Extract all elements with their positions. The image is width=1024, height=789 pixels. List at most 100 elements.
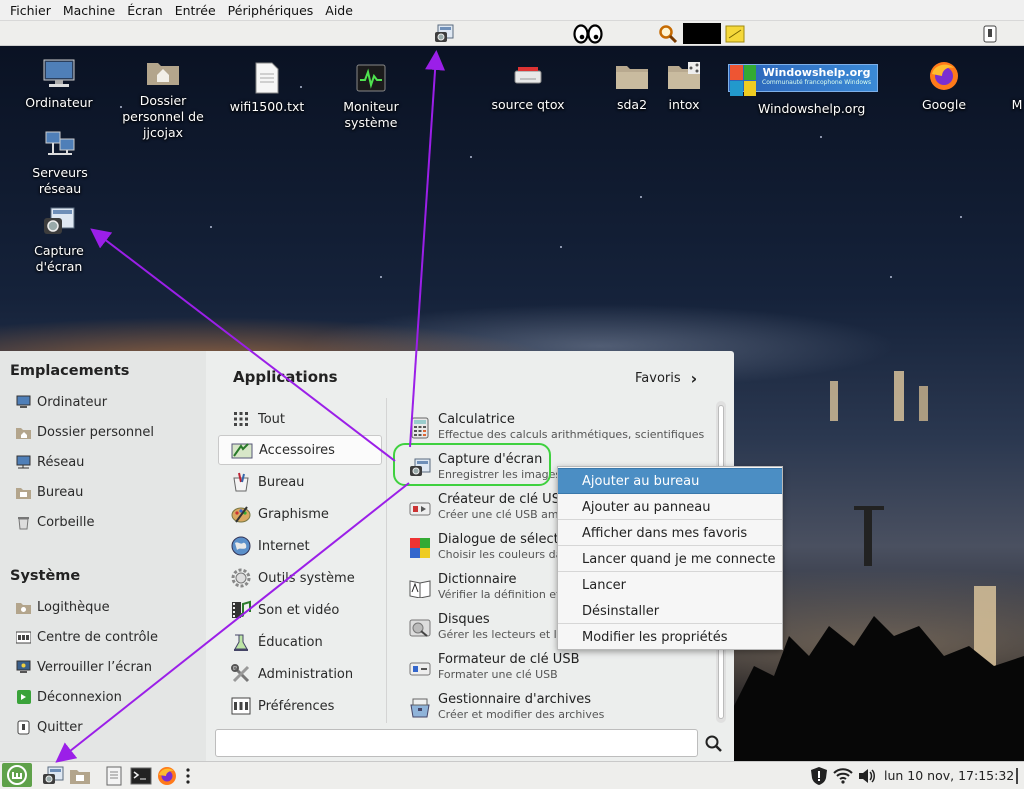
dots-vertical-icon (186, 768, 190, 784)
place-dossier-personnel[interactable]: Dossier personnel (16, 421, 154, 443)
desktop-icon-dossier-personnel[interactable]: Dossier personnel de jjcojax (113, 54, 213, 141)
menu-search-input[interactable] (215, 729, 698, 757)
places-title: Emplacements (10, 363, 130, 379)
category-tout[interactable]: Tout (218, 404, 382, 434)
sound-applet[interactable] (856, 765, 878, 787)
place-corbeille[interactable]: Corbeille (16, 511, 94, 533)
desktop-icon-partial[interactable]: M (990, 58, 1024, 113)
ctx-ajouter-bureau[interactable]: Ajouter au bureau (558, 468, 782, 494)
system-verrouiller[interactable]: Verrouiller l’écran (16, 656, 152, 678)
black-applet[interactable] (683, 23, 721, 44)
search-icon[interactable] (704, 734, 724, 754)
system-logitheque[interactable]: Logithèque (16, 596, 110, 618)
app-gestionnaire-archives[interactable]: Gestionnaire d'archives Créer et modifie… (408, 692, 708, 728)
panel-screenshot-launcher[interactable] (432, 23, 456, 44)
category-son-video[interactable]: Son et vidéo (218, 595, 382, 625)
applications-title: Applications (233, 368, 338, 386)
grid-icon (230, 408, 252, 430)
accessories-icon (231, 439, 253, 461)
category-internet[interactable]: Internet (218, 531, 382, 561)
computer-icon (16, 395, 31, 410)
panel-launcher-text-editor[interactable] (104, 765, 124, 787)
ctx-afficher-favoris[interactable]: Afficher dans mes favoris (558, 520, 782, 546)
ctx-lancer[interactable]: Lancer (558, 572, 782, 598)
category-accessoires[interactable]: Accessoires (218, 435, 382, 465)
home-folder-icon (147, 63, 179, 85)
sticky-note-icon (725, 25, 745, 42)
category-preferences[interactable]: Préférences (218, 691, 382, 721)
desktop-icon-ordinateur[interactable]: Ordinateur (9, 56, 109, 111)
desktop-icon-intox[interactable]: intox (634, 58, 734, 113)
ctx-modifier-proprietes[interactable]: Modifier les propriétés (558, 624, 782, 650)
vm-menu-machine[interactable]: Machine (57, 3, 121, 18)
mint-logo-icon (7, 765, 27, 785)
gear-icon (230, 567, 252, 589)
category-bureau[interactable]: Bureau (218, 467, 382, 497)
usb-drive-icon (514, 67, 542, 84)
screenshot-icon (44, 207, 75, 234)
system-deconnexion[interactable]: Déconnexion (16, 686, 122, 708)
firefox-icon (158, 767, 176, 785)
chevron-right-icon: › (690, 369, 698, 388)
ctx-desinstaller[interactable]: Désinstaller (558, 598, 782, 624)
ctx-ajouter-panneau[interactable]: Ajouter au panneau (558, 494, 782, 520)
desktop-folder-icon (16, 485, 31, 500)
desktop-icon-source-qtox[interactable]: source qtox (478, 58, 578, 113)
dictionary-icon (408, 576, 432, 600)
app-formateur-cle-usb[interactable]: Formateur de clé USB Formater une clé US… (408, 652, 708, 688)
system-title: Système (10, 568, 81, 584)
category-outils-systeme[interactable]: Outils système (218, 563, 382, 593)
panel-launcher-terminal[interactable] (129, 765, 153, 787)
panel-launcher-screenshot[interactable] (40, 765, 66, 787)
show-desktop-handle[interactable] (1012, 765, 1022, 787)
menu-button[interactable] (2, 763, 32, 787)
place-ordinateur[interactable]: Ordinateur (16, 391, 107, 413)
ctx-lancer-connexion[interactable]: Lancer quand je me connecte (558, 546, 782, 572)
windowshelp-logo-icon: Windowshelp.org Communauté francophone W… (728, 64, 878, 96)
desktop-icon-serveurs-reseau[interactable]: Serveurs réseau (10, 126, 110, 197)
category-administration[interactable]: Administration (218, 659, 382, 689)
usb-formatter-icon (408, 656, 432, 680)
trash-icon (16, 515, 31, 530)
text-editor-icon (106, 766, 122, 786)
place-reseau[interactable]: Réseau (16, 451, 84, 473)
menu-divider (386, 398, 387, 723)
panel-launcher-files[interactable] (68, 765, 92, 787)
text-file-icon (255, 62, 279, 94)
desktop-icon-windowshelp[interactable]: Windowshelp.org Communauté francophone W… (728, 64, 878, 117)
favorites-button[interactable]: Favoris › (635, 369, 697, 388)
desktop-icon-moniteur[interactable]: Moniteur système (321, 60, 421, 131)
notes-applet[interactable] (724, 23, 746, 44)
panel-launcher-firefox[interactable] (155, 765, 179, 787)
resize-handle-icon (1016, 768, 1018, 784)
system-monitor-icon (356, 64, 386, 92)
update-manager-applet[interactable] (808, 765, 830, 787)
panel-more-handle[interactable] (183, 765, 193, 787)
desktop-icon-wifi1500[interactable]: wifi1500.txt (217, 60, 317, 115)
bottom-panel: lun 10 nov, 17:15:32 (0, 761, 1024, 789)
network-servers-icon (45, 131, 75, 155)
category-education[interactable]: Éducation (218, 627, 382, 657)
vm-menu-fichier[interactable]: Fichier (4, 3, 57, 18)
desktop-icon-google[interactable]: Google (894, 58, 994, 113)
office-icon (230, 471, 252, 493)
vm-menu-peripheriques[interactable]: Périphériques (222, 3, 320, 18)
home-folder-icon (16, 425, 31, 440)
vm-menubar: Fichier Machine Écran Entrée Périphériqu… (0, 0, 1024, 21)
vm-menu-entree[interactable]: Entrée (169, 3, 222, 18)
disks-icon (408, 616, 432, 640)
system-centre-controle[interactable]: Centre de contrôle (16, 626, 158, 648)
magnifier-applet[interactable] (656, 23, 680, 44)
system-quitter[interactable]: Quitter (16, 716, 83, 738)
archive-manager-icon (408, 696, 432, 720)
xeyes-applet[interactable] (572, 23, 604, 44)
vm-menu-ecran[interactable]: Écran (121, 3, 169, 18)
network-applet[interactable] (832, 765, 854, 787)
panel-device-button[interactable] (980, 23, 1000, 44)
software-manager-icon (16, 600, 31, 615)
category-graphisme[interactable]: Graphisme (218, 499, 382, 529)
vm-menu-aide[interactable]: Aide (319, 3, 359, 18)
place-bureau[interactable]: Bureau (16, 481, 83, 503)
panel-clock[interactable]: lun 10 nov, 17:15:32 (884, 768, 1014, 783)
desktop-icon-capture-ecran[interactable]: Capture d'écran (9, 204, 109, 275)
